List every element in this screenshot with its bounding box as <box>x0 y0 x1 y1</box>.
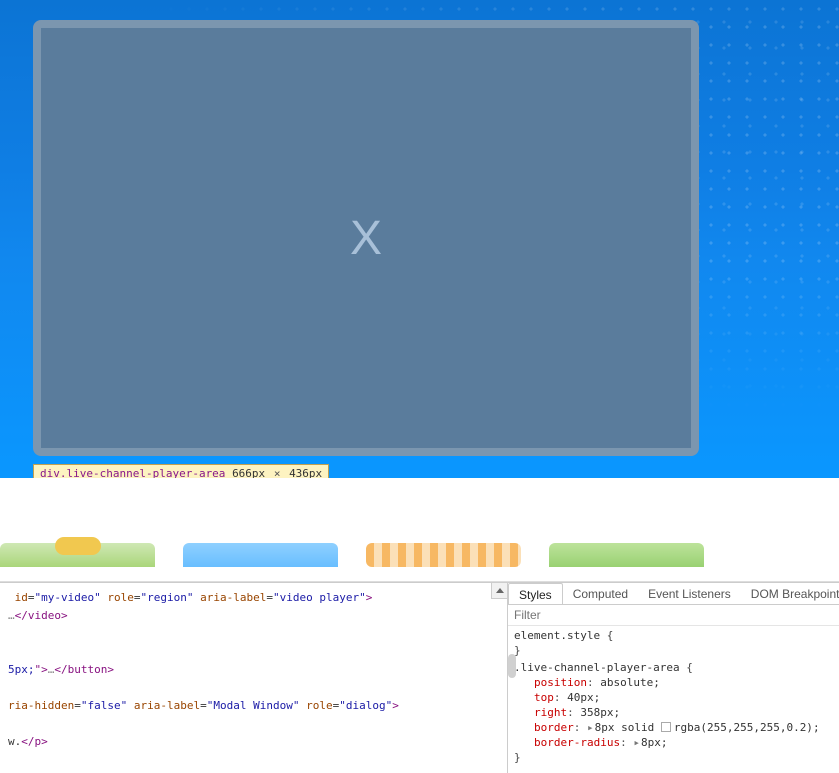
css-selector: .live-channel-player-area <box>514 661 680 674</box>
thumbnail-strip <box>0 478 839 582</box>
css-declaration[interactable]: top: 40px; <box>514 690 839 705</box>
dom-line[interactable] <box>4 643 507 661</box>
thumb-item[interactable] <box>366 543 521 567</box>
element-inspect-tooltip: div.live-channel-player-area 666px × 436… <box>33 464 329 478</box>
dom-line[interactable]: id="my-video" role="region" aria-label="… <box>4 589 507 607</box>
scrollbar-thumb[interactable] <box>508 654 516 678</box>
dom-line[interactable]: w.</p> <box>4 733 507 751</box>
tab-event-listeners[interactable]: Event Listeners <box>638 583 741 605</box>
inspect-times: × <box>274 467 281 478</box>
thumb-item[interactable] <box>0 543 155 567</box>
thumb-item[interactable] <box>549 543 704 567</box>
dom-line[interactable]: 5px;">…</button> <box>4 661 507 679</box>
thumb-item[interactable] <box>183 543 338 567</box>
dom-line[interactable] <box>4 625 507 643</box>
styles-body[interactable]: element.style { } .live-channel-player-a… <box>508 626 839 773</box>
dom-line[interactable] <box>4 715 507 733</box>
thumb-row <box>0 543 839 567</box>
inspect-width: 666px <box>232 467 265 478</box>
tab-dom-breakpoints[interactable]: DOM Breakpoints <box>741 583 839 605</box>
css-rule[interactable]: element.style { } <box>514 628 839 658</box>
css-selector: element.style <box>514 629 600 642</box>
inspect-selector: div.live-channel-player-area <box>40 467 225 478</box>
styles-tabs: Styles Computed Event Listeners DOM Brea… <box>508 583 839 605</box>
live-channel-player-area[interactable]: X <box>33 20 699 456</box>
elements-panel[interactable]: id="my-video" role="region" aria-label="… <box>0 583 508 773</box>
devtools-panel: id="my-video" role="region" aria-label="… <box>0 582 839 773</box>
color-swatch-icon[interactable] <box>661 722 671 732</box>
dom-line[interactable] <box>4 679 507 697</box>
styles-filter-input[interactable] <box>508 605 839 625</box>
inspect-height: 436px <box>289 467 322 478</box>
styles-panel: Styles Computed Event Listeners DOM Brea… <box>508 583 839 773</box>
css-declaration[interactable]: border: ▸8px solid rgba(255,255,255,0.2)… <box>514 720 839 735</box>
dom-line[interactable]: …</video> <box>4 607 507 625</box>
styles-filter-row <box>508 605 839 626</box>
css-declaration[interactable]: right: 358px; <box>514 705 839 720</box>
tab-computed[interactable]: Computed <box>563 583 638 605</box>
player-placeholder-icon: X <box>350 211 382 266</box>
css-declaration[interactable]: position: absolute; <box>514 675 839 690</box>
page-hero: X div.live-channel-player-area 666px × 4… <box>0 0 839 478</box>
tab-styles[interactable]: Styles <box>508 583 563 605</box>
css-rule[interactable]: .live-channel-player-area { position: ab… <box>514 660 839 765</box>
dom-line[interactable]: ria-hidden="false" aria-label="Modal Win… <box>4 697 507 715</box>
scroll-up-button[interactable] <box>491 583 507 599</box>
css-declaration[interactable]: border-radius: ▸8px; <box>514 735 839 750</box>
